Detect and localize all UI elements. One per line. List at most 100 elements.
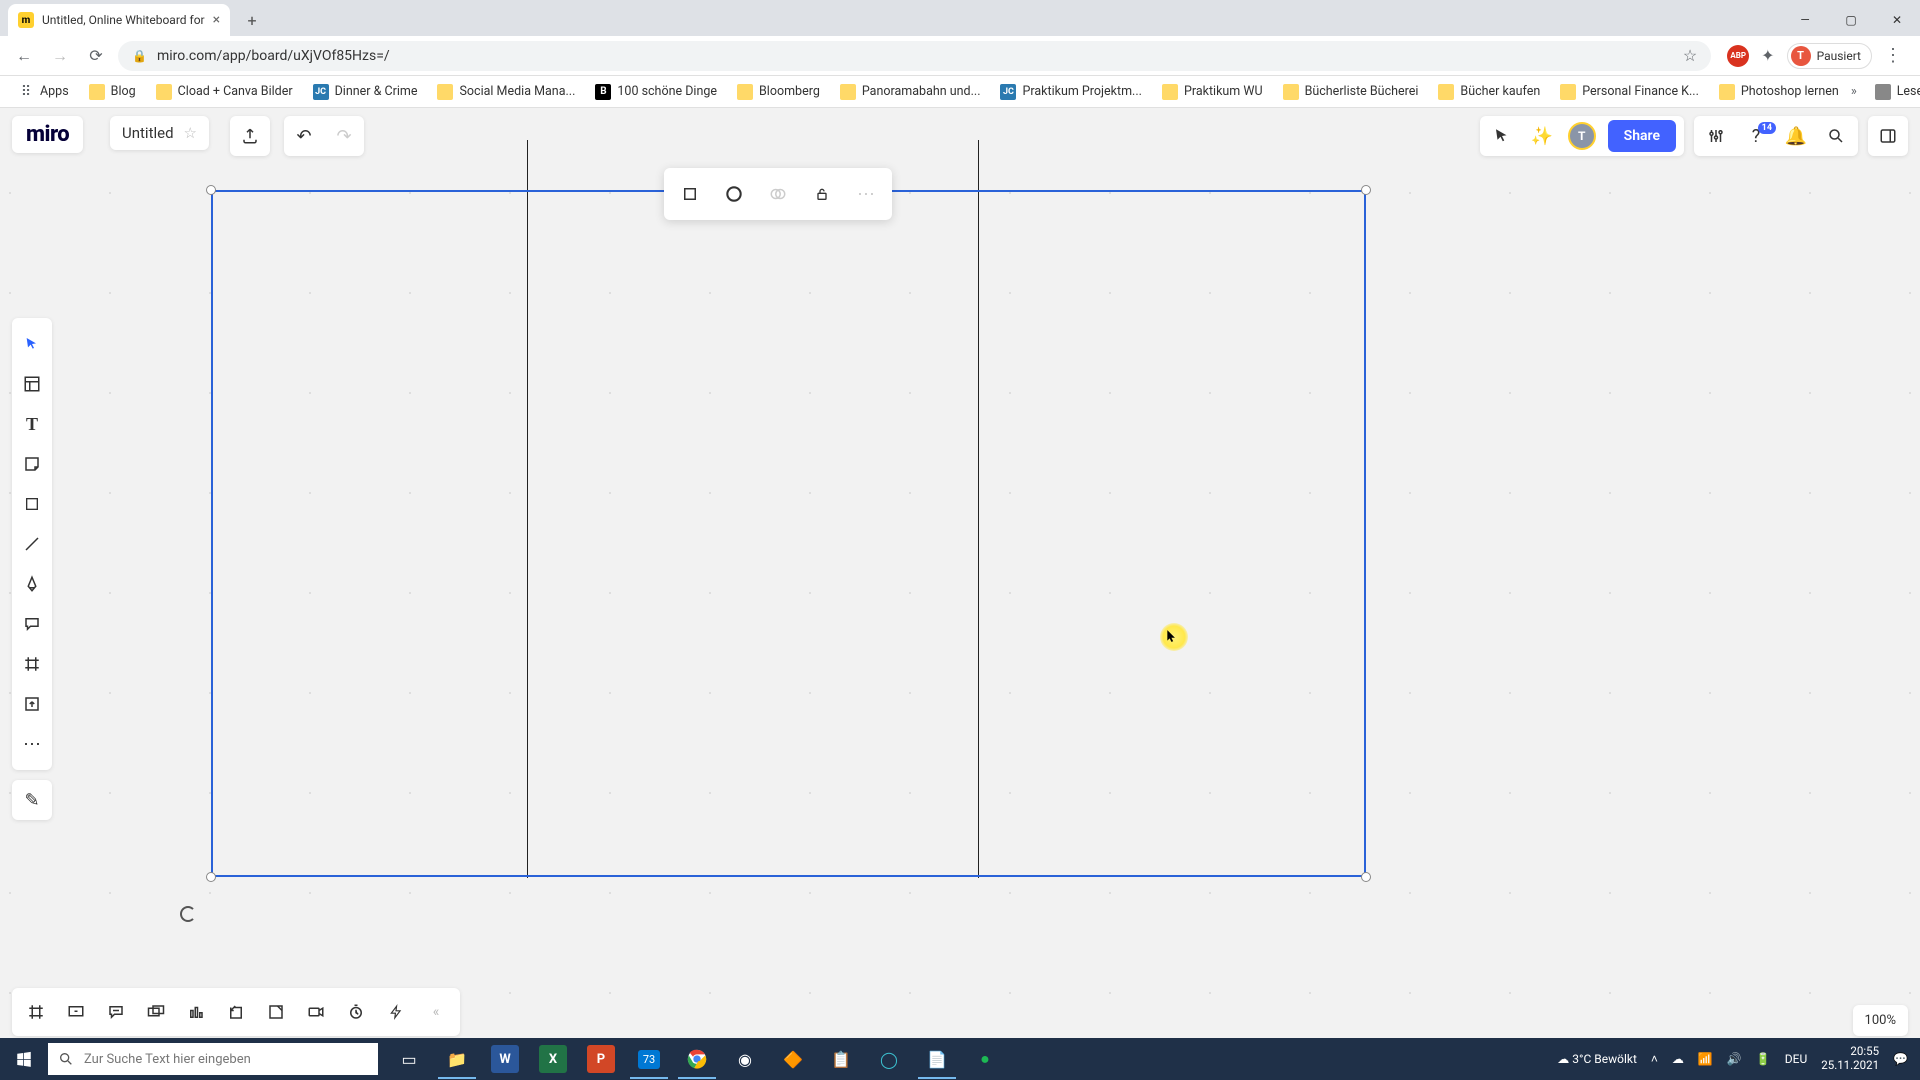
battery-icon[interactable]: 🔋 — [1756, 1052, 1771, 1066]
vote-button[interactable] — [176, 992, 216, 1032]
bookmark-star-icon[interactable]: ☆ — [1683, 46, 1697, 65]
bookmark-item[interactable]: Praktikum WU — [1154, 80, 1271, 104]
powerpoint-app[interactable]: P — [587, 1045, 615, 1073]
opacity-button[interactable] — [758, 174, 798, 214]
undo-button[interactable]: ↶ — [284, 126, 324, 147]
extensions-button[interactable]: ✦ — [1761, 46, 1774, 65]
bell-icon[interactable]: 🔔 — [1782, 126, 1810, 147]
taskbar-search[interactable]: Zur Suche Text hier eingeben — [48, 1043, 378, 1075]
bookmark-item[interactable]: Panoramabahn und... — [832, 80, 989, 104]
bookmark-item[interactable]: JCDinner & Crime — [305, 80, 426, 104]
star-icon[interactable]: ☆ — [184, 124, 197, 142]
lock-button[interactable] — [802, 174, 842, 214]
obs-app[interactable]: ◉ — [722, 1039, 768, 1079]
zoom-indicator[interactable]: 100% — [1853, 1005, 1908, 1036]
resize-handle-nw[interactable] — [206, 185, 216, 195]
activity-button[interactable] — [376, 992, 416, 1032]
magic-tool[interactable]: ✎ — [12, 780, 52, 820]
bookmark-item[interactable]: Bücherliste Bücherei — [1275, 80, 1427, 104]
excel-app[interactable]: X — [539, 1045, 567, 1073]
card-button[interactable] — [136, 992, 176, 1032]
fill-color-button[interactable] — [714, 174, 754, 214]
onedrive-icon[interactable]: ☁ — [1672, 1052, 1684, 1066]
close-window-button[interactable]: ✕ — [1874, 4, 1920, 36]
user-avatar[interactable]: T — [1568, 122, 1596, 150]
template-tool[interactable] — [12, 364, 52, 404]
bookmarks-overflow-icon[interactable]: » — [1851, 84, 1857, 99]
comment-tool[interactable] — [12, 604, 52, 644]
language-indicator[interactable]: DEU — [1785, 1052, 1807, 1066]
bookmark-item[interactable]: JCPraktikum Projektm... — [992, 80, 1149, 104]
back-button[interactable]: ← — [10, 42, 38, 70]
edge-app[interactable]: ◯ — [866, 1039, 912, 1079]
frames-panel-button[interactable] — [16, 992, 56, 1032]
upload-tool[interactable] — [12, 684, 52, 724]
chrome-menu-button[interactable]: ⋮ — [1884, 45, 1902, 66]
more-tools[interactable]: ⋯ — [12, 724, 52, 764]
bookmark-apps[interactable]: ⠿Apps — [10, 80, 77, 104]
rotate-handle[interactable] — [180, 906, 196, 922]
new-tab-button[interactable]: + — [238, 6, 266, 34]
search-icon[interactable] — [1822, 127, 1850, 145]
word-app[interactable]: W — [491, 1045, 519, 1073]
selected-frame[interactable] — [211, 190, 1366, 877]
volume-icon[interactable]: 🔊 — [1727, 1052, 1742, 1066]
reactions-icon[interactable]: ✨ — [1528, 126, 1556, 147]
reload-button[interactable]: ⟳ — [82, 42, 110, 70]
export-button[interactable] — [230, 116, 270, 156]
redo-button[interactable]: ↷ — [324, 126, 364, 147]
tray-chevron-icon[interactable]: ˄ — [1651, 1052, 1658, 1066]
weather-widget[interactable]: ☁ 3°C Bewölkt — [1557, 1052, 1637, 1066]
bookmark-item[interactable]: Personal Finance K... — [1552, 80, 1707, 104]
reading-list-button[interactable]: Leseliste — [1867, 80, 1920, 104]
chrome-app[interactable] — [674, 1039, 720, 1079]
line-tool[interactable] — [12, 524, 52, 564]
border-style-button[interactable] — [670, 174, 710, 214]
resize-handle-ne[interactable] — [1361, 185, 1371, 195]
wifi-icon[interactable]: 📶 — [1698, 1052, 1713, 1066]
start-button[interactable] — [0, 1050, 48, 1068]
minimize-button[interactable]: — — [1782, 4, 1828, 36]
maximize-button[interactable]: ▢ — [1828, 4, 1874, 36]
bookmark-item[interactable]: Photoshop lernen — [1711, 80, 1847, 104]
bookmark-item[interactable]: B100 schöne Dinge — [587, 80, 725, 104]
video-button[interactable] — [296, 992, 336, 1032]
share-button[interactable]: Share — [1608, 120, 1676, 152]
frame-tool[interactable] — [12, 644, 52, 684]
task-view-button[interactable]: ▭ — [386, 1039, 432, 1079]
spotify-app[interactable]: ● — [962, 1039, 1008, 1079]
notifications-icon[interactable]: 💬 — [1893, 1052, 1908, 1066]
comments-panel-button[interactable] — [96, 992, 136, 1032]
settings-icon[interactable] — [1702, 127, 1730, 145]
presentation-button[interactable] — [56, 992, 96, 1032]
app-icon[interactable]: 📋 — [818, 1039, 864, 1079]
calendar-app[interactable]: 73 — [626, 1039, 672, 1079]
more-options-button[interactable]: ⋯ — [846, 174, 886, 214]
collapse-toolbar-button[interactable]: « — [416, 992, 456, 1032]
board-title-chip[interactable]: Untitled ☆ — [110, 116, 209, 150]
bookmark-item[interactable]: Bloomberg — [729, 80, 828, 104]
url-input[interactable]: 🔒 miro.com/app/board/uXjVOf85Hzs=/ ☆ — [118, 41, 1711, 71]
sticky-note-tool[interactable] — [12, 444, 52, 484]
abp-extension-icon[interactable]: ABP — [1727, 45, 1749, 67]
clock[interactable]: 20:55 25.11.2021 — [1821, 1045, 1879, 1073]
resize-handle-se[interactable] — [1361, 872, 1371, 882]
miro-logo[interactable]: miro — [12, 116, 83, 153]
bookmark-item[interactable]: Blog — [81, 80, 144, 104]
close-tab-icon[interactable]: × — [213, 12, 220, 28]
bookmark-item[interactable]: Bücher kaufen — [1430, 80, 1548, 104]
cursor-mode-icon[interactable] — [1488, 127, 1516, 145]
forward-button[interactable]: → — [46, 42, 74, 70]
notepad-app[interactable]: 📄 — [914, 1039, 960, 1079]
panel-toggle-button[interactable] — [1868, 116, 1908, 156]
explorer-app[interactable]: 📁 — [434, 1039, 480, 1079]
help-icon[interactable]: ?14 — [1742, 126, 1770, 147]
pen-tool[interactable] — [12, 564, 52, 604]
text-tool[interactable]: T — [12, 404, 52, 444]
export-panel-button[interactable] — [216, 992, 256, 1032]
profile-chip[interactable]: T Pausiert — [1787, 43, 1872, 69]
browser-tab[interactable]: m Untitled, Online Whiteboard for × — [8, 4, 230, 36]
app-icon[interactable]: 🔶 — [770, 1039, 816, 1079]
bookmark-item[interactable]: Social Media Mana... — [429, 80, 583, 104]
shape-tool[interactable] — [12, 484, 52, 524]
